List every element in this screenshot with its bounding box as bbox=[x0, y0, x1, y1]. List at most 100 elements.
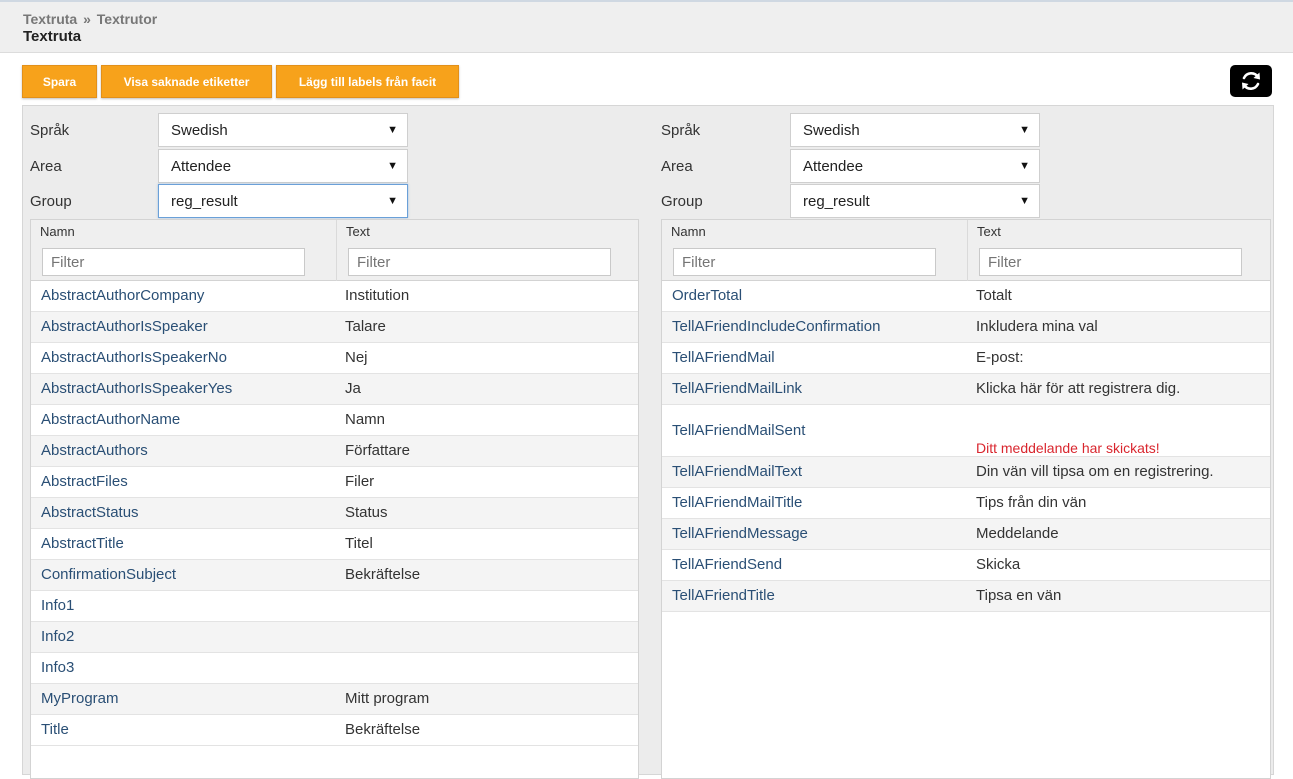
table-row[interactable]: MyProgram Mitt program bbox=[31, 684, 638, 715]
table-row[interactable]: TellAFriendMessage Meddelande bbox=[662, 519, 1270, 550]
table-row[interactable]: TellAFriendMailLink Klicka här för att re… bbox=[662, 374, 1270, 405]
row-text[interactable]: Klicka här för att registrera dig. bbox=[976, 380, 1180, 397]
row-text[interactable]: Skicka bbox=[976, 556, 1020, 573]
text-filter-input[interactable] bbox=[979, 248, 1242, 276]
row-name[interactable]: AbstractAuthorIsSpeakerYes bbox=[41, 380, 232, 397]
row-name[interactable]: TellAFriendTitle bbox=[672, 587, 775, 604]
table-row[interactable]: Info3 bbox=[31, 653, 638, 684]
row-text[interactable]: Bekräftelse bbox=[345, 566, 420, 583]
column-name-title[interactable]: Namn bbox=[671, 224, 706, 239]
table-row[interactable]: AbstractStatus Status bbox=[31, 498, 638, 529]
row-name[interactable]: AbstractAuthorName bbox=[41, 411, 180, 428]
table-row[interactable]: AbstractAuthorName Namn bbox=[31, 405, 638, 436]
area-label: Area bbox=[30, 158, 62, 175]
row-name[interactable]: AbstractAuthorIsSpeaker bbox=[41, 318, 208, 335]
row-text[interactable]: Totalt bbox=[976, 287, 1012, 304]
row-name[interactable]: AbstractStatus bbox=[41, 504, 139, 521]
show-missing-labels-button[interactable]: Visa saknade etiketter bbox=[101, 65, 272, 98]
row-name[interactable]: TellAFriendMail bbox=[672, 349, 775, 366]
row-text[interactable]: Författare bbox=[345, 442, 410, 459]
table-row[interactable]: Info2 bbox=[31, 622, 638, 653]
column-text-title[interactable]: Text bbox=[977, 224, 1001, 239]
area-select[interactable]: Attendee ▼ bbox=[158, 149, 408, 183]
table-row[interactable]: AbstractAuthorIsSpeakerYes Ja bbox=[31, 374, 638, 405]
table-row[interactable]: ConfirmationSubject Bekräftelse bbox=[31, 560, 638, 591]
row-name[interactable]: AbstractAuthorIsSpeakerNo bbox=[41, 349, 227, 366]
row-text[interactable]: Inkludera mina val bbox=[976, 318, 1098, 335]
area-select[interactable]: Attendee ▼ bbox=[790, 149, 1040, 183]
breadcrumb-parent[interactable]: Textruta bbox=[23, 11, 77, 27]
row-name[interactable]: Info3 bbox=[41, 659, 74, 676]
table-row[interactable]: AbstractTitle Titel bbox=[31, 529, 638, 560]
row-name[interactable]: TellAFriendIncludeConfirmation bbox=[672, 318, 880, 335]
row-name[interactable]: Info1 bbox=[41, 597, 74, 614]
row-text[interactable]: Nej bbox=[345, 349, 368, 366]
text-filter-input[interactable] bbox=[348, 248, 611, 276]
row-text[interactable]: E-post: bbox=[976, 349, 1024, 366]
language-select-value: Swedish bbox=[171, 121, 228, 139]
table-row[interactable]: Info1 bbox=[31, 591, 638, 622]
name-filter-input[interactable] bbox=[673, 248, 936, 276]
language-label: Språk bbox=[661, 122, 701, 139]
group-select[interactable]: reg_result ▼ bbox=[158, 184, 408, 218]
table-row[interactable]: AbstractAuthorCompany Institution bbox=[31, 281, 638, 312]
table-row[interactable]: AbstractAuthorIsSpeakerNo Nej bbox=[31, 343, 638, 374]
row-text[interactable]: Talare bbox=[345, 318, 386, 335]
row-text[interactable]: Mitt program bbox=[345, 690, 429, 707]
row-text[interactable]: Meddelande bbox=[976, 525, 1059, 542]
grid-header: Namn Text bbox=[31, 220, 638, 281]
row-name[interactable]: OrderTotal bbox=[672, 287, 742, 304]
row-text[interactable]: Tips från din vän bbox=[976, 494, 1086, 511]
row-text[interactable]: Filer bbox=[345, 473, 374, 490]
table-row[interactable]: TellAFriendMailSent Ditt meddelande har s… bbox=[662, 405, 1270, 457]
row-name[interactable]: AbstractAuthors bbox=[41, 442, 148, 459]
row-name[interactable]: TellAFriendMailSent bbox=[672, 422, 805, 439]
table-row[interactable]: TellAFriendMailTitle Tips från din vän bbox=[662, 488, 1270, 519]
area-select-value: Attendee bbox=[171, 157, 232, 175]
row-text[interactable]: Status bbox=[345, 504, 388, 521]
row-text[interactable]: Bekräftelse bbox=[345, 721, 420, 738]
refresh-button[interactable] bbox=[1230, 65, 1272, 97]
save-button[interactable]: Spara bbox=[22, 65, 97, 98]
table-row[interactable]: TellAFriendMail E-post: bbox=[662, 343, 1270, 374]
table-row[interactable]: TellAFriendTitle Tipsa en vän bbox=[662, 581, 1270, 612]
chevron-down-icon: ▼ bbox=[387, 195, 398, 207]
row-text[interactable]: Titel bbox=[345, 535, 373, 552]
table-row[interactable]: AbstractAuthorIsSpeaker Talare bbox=[31, 312, 638, 343]
table-row[interactable]: AbstractFiles Filer bbox=[31, 467, 638, 498]
row-text[interactable]: Tipsa en vän bbox=[976, 587, 1061, 604]
row-name[interactable]: Title bbox=[41, 721, 69, 738]
row-name[interactable]: MyProgram bbox=[41, 690, 119, 707]
table-row[interactable]: TellAFriendIncludeConfirmation Inkludera … bbox=[662, 312, 1270, 343]
column-text-title[interactable]: Text bbox=[346, 224, 370, 239]
row-name[interactable]: TellAFriendMailTitle bbox=[672, 494, 802, 511]
group-select[interactable]: reg_result ▼ bbox=[790, 184, 1040, 218]
row-name[interactable]: TellAFriendMailLink bbox=[672, 380, 802, 397]
name-filter-input[interactable] bbox=[42, 248, 305, 276]
table-row[interactable]: AbstractAuthors Författare bbox=[31, 436, 638, 467]
row-text[interactable]: Institution bbox=[345, 287, 409, 304]
add-labels-from-key-button[interactable]: Lägg till labels från facit bbox=[276, 65, 459, 98]
row-name[interactable]: TellAFriendSend bbox=[672, 556, 782, 573]
row-name[interactable]: AbstractAuthorCompany bbox=[41, 287, 204, 304]
row-name[interactable]: ConfirmationSubject bbox=[41, 566, 176, 583]
language-select[interactable]: Swedish ▼ bbox=[790, 113, 1040, 147]
row-text[interactable]: Ditt meddelande har skickats! bbox=[976, 440, 1160, 456]
row-name[interactable]: AbstractTitle bbox=[41, 535, 124, 552]
table-row[interactable]: Title Bekräftelse bbox=[31, 715, 638, 746]
table-row[interactable]: OrderTotal Totalt bbox=[662, 281, 1270, 312]
row-name[interactable]: AbstractFiles bbox=[41, 473, 128, 490]
row-name[interactable]: TellAFriendMailText bbox=[672, 463, 802, 480]
row-name[interactable]: TellAFriendMessage bbox=[672, 525, 808, 542]
row-text[interactable]: Namn bbox=[345, 411, 385, 428]
table-row[interactable]: TellAFriendMailText Din vän vill tipsa om… bbox=[662, 457, 1270, 488]
row-text[interactable]: Ja bbox=[345, 380, 361, 397]
row-text[interactable]: Din vän vill tipsa om en registrering. bbox=[976, 463, 1214, 480]
column-name: Namn bbox=[31, 220, 336, 281]
column-text: Text bbox=[967, 220, 1272, 281]
column-name-title[interactable]: Namn bbox=[40, 224, 75, 239]
language-select[interactable]: Swedish ▼ bbox=[158, 113, 408, 147]
breadcrumb-current[interactable]: Textrutor bbox=[97, 11, 157, 27]
row-name[interactable]: Info2 bbox=[41, 628, 74, 645]
table-row[interactable]: TellAFriendSend Skicka bbox=[662, 550, 1270, 581]
